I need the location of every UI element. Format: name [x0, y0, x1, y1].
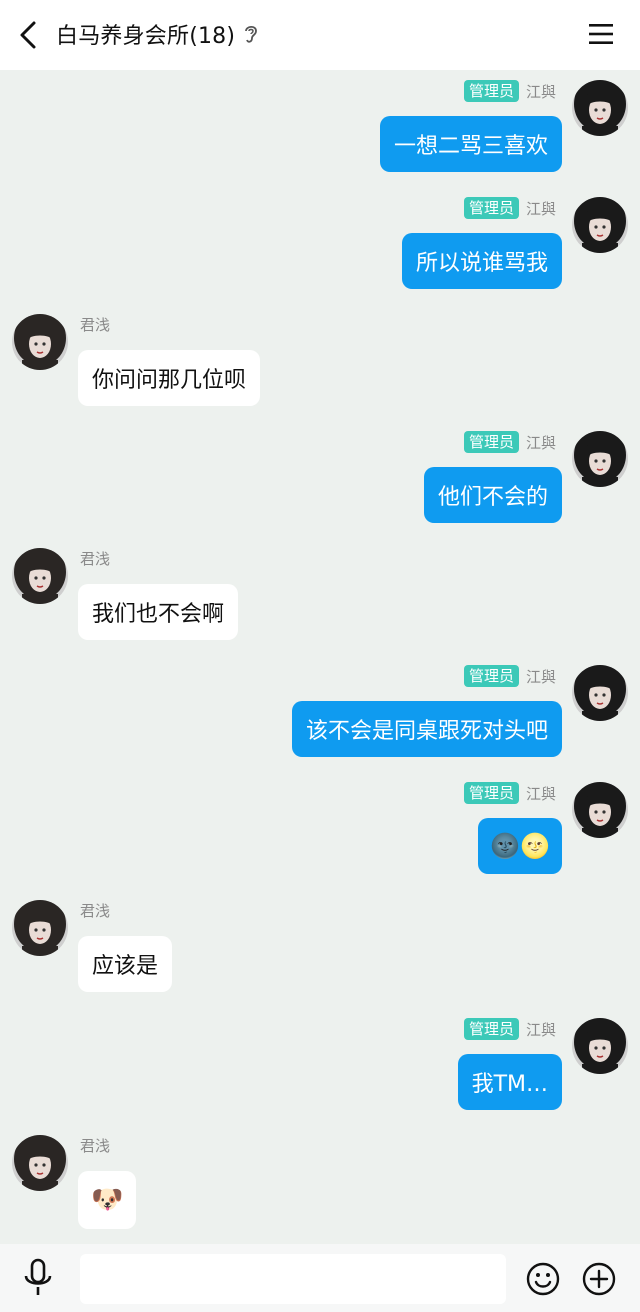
message-row: 君浅 你问问那几位呗 — [0, 314, 640, 424]
admin-badge: 管理员 — [463, 665, 519, 687]
sender-name[interactable]: 江與 — [526, 783, 556, 804]
message-row: 君浅 🐶 — [0, 1135, 640, 1244]
sender-meta: 君浅 — [80, 900, 110, 921]
avatar[interactable] — [572, 665, 628, 721]
message-row: 管理员 江與所以说谁骂我 — [0, 197, 640, 307]
sender-name[interactable]: 君浅 — [80, 900, 110, 921]
microphone-icon[interactable] — [22, 1258, 54, 1298]
hamburger-menu-icon[interactable] — [588, 22, 614, 46]
ear-icon — [245, 25, 258, 43]
sender-name[interactable]: 江與 — [526, 1019, 556, 1040]
sender-name[interactable]: 君浅 — [80, 1135, 110, 1156]
message-bubble[interactable]: 所以说谁骂我 — [401, 233, 562, 289]
chat-title[interactable]: 白马养身会所(18) — [56, 18, 259, 50]
message-bubble[interactable]: 他们不会的 — [423, 467, 562, 523]
sender-meta: 管理员 江與 — [463, 80, 556, 102]
sender-name[interactable]: 江與 — [526, 198, 556, 219]
sender-meta: 管理员 江與 — [463, 665, 556, 687]
avatar[interactable] — [572, 1018, 628, 1074]
admin-badge: 管理员 — [463, 197, 519, 219]
sender-meta: 管理员 江與 — [463, 1018, 556, 1040]
message-bubble[interactable]: 该不会是同桌跟死对头吧 — [291, 701, 562, 757]
message-bubble[interactable]: 你问问那几位呗 — [78, 350, 261, 406]
message-row: 管理员 江與我TM… — [0, 1018, 640, 1128]
message-input[interactable] — [80, 1254, 506, 1304]
avatar[interactable] — [12, 314, 68, 370]
message-bubble[interactable]: 应该是 — [78, 936, 173, 992]
sender-name[interactable]: 君浅 — [80, 314, 110, 335]
admin-badge: 管理员 — [463, 1018, 519, 1040]
message-row: 管理员 江與一想二骂三喜欢 — [0, 80, 640, 190]
avatar[interactable] — [572, 431, 628, 487]
smiley-icon[interactable] — [526, 1262, 560, 1296]
message-bubble[interactable]: 我们也不会啊 — [78, 584, 239, 640]
message-row: 管理员 江與 🌚🌝 — [0, 782, 640, 892]
message-bubble[interactable]: 一想二骂三喜欢 — [379, 116, 562, 172]
avatar[interactable] — [12, 900, 68, 956]
admin-badge: 管理员 — [463, 80, 519, 102]
sender-meta: 管理员 江與 — [463, 431, 556, 453]
sender-meta: 管理员 江與 — [463, 197, 556, 219]
message-bubble[interactable]: 🌚🌝 — [478, 818, 562, 874]
message-row: 君浅 应该是 — [0, 900, 640, 1010]
sender-meta: 君浅 — [80, 548, 110, 569]
sender-name[interactable]: 江與 — [526, 432, 556, 453]
avatar[interactable] — [572, 782, 628, 838]
chat-title-text: 白马养身会所(18) — [56, 24, 236, 49]
message-bubble[interactable]: 🐶 — [78, 1171, 137, 1229]
sender-name[interactable]: 江與 — [526, 81, 556, 102]
message-row: 管理员 江與该不会是同桌跟死对头吧 — [0, 665, 640, 775]
avatar[interactable] — [12, 1135, 68, 1191]
admin-badge: 管理员 — [463, 782, 519, 804]
sender-meta: 君浅 — [80, 1135, 110, 1156]
sender-meta: 管理员 江與 — [463, 782, 556, 804]
message-row: 管理员 江與他们不会的 — [0, 431, 640, 541]
admin-badge: 管理员 — [463, 431, 519, 453]
message-row: 君浅 我们也不会啊 — [0, 548, 640, 658]
message-list[interactable]: 管理员 江與 一想二骂三喜欢 管理员 江與 所以说谁骂我 君浅 你问问那几位呗 管理员 江與 他们不… — [0, 70, 640, 1244]
avatar[interactable] — [572, 197, 628, 253]
sender-name[interactable]: 君浅 — [80, 548, 110, 569]
input-bar — [0, 1244, 640, 1312]
sender-name[interactable]: 江與 — [526, 666, 556, 687]
chat-header: 白马养身会所(18) — [0, 0, 640, 70]
avatar[interactable] — [12, 548, 68, 604]
chevron-left-icon[interactable] — [14, 20, 42, 50]
message-bubble[interactable]: 我TM… — [457, 1054, 562, 1110]
plus-circle-icon[interactable] — [582, 1262, 616, 1296]
avatar[interactable] — [572, 80, 628, 136]
sender-meta: 君浅 — [80, 314, 110, 335]
